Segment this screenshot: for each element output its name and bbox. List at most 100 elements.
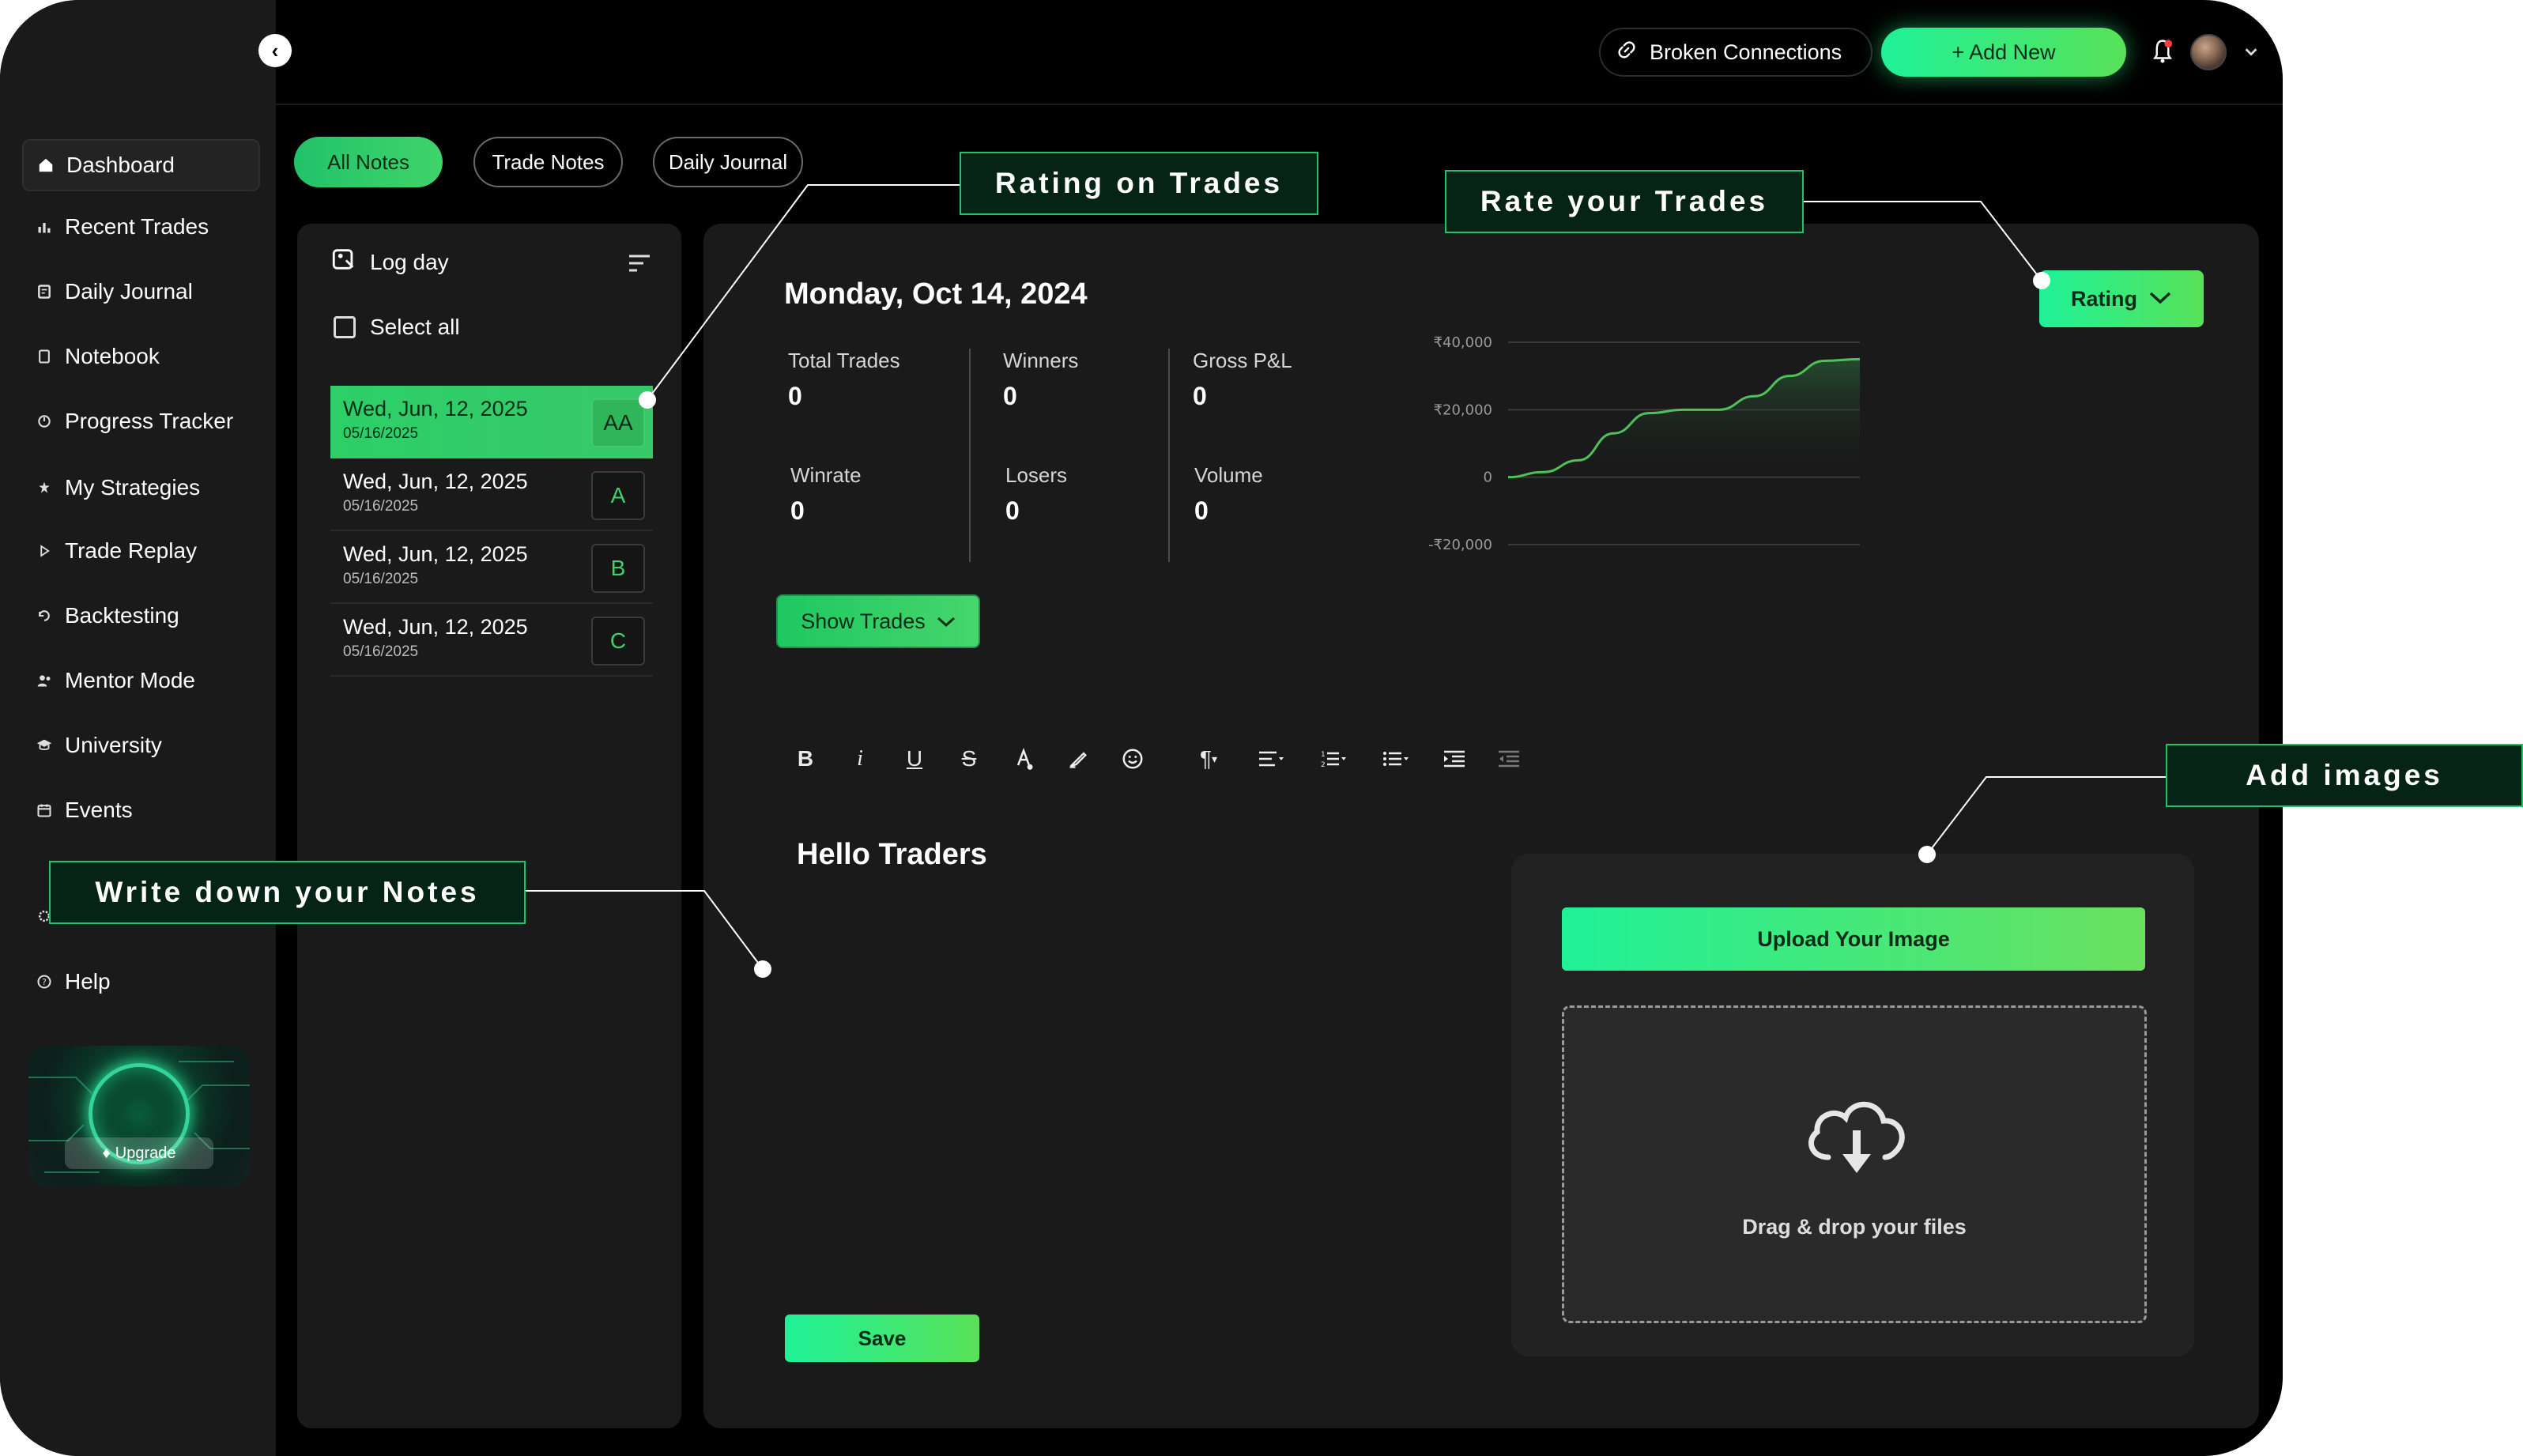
editor-toolbar: B i U S ¶ ▾ 12 (786, 739, 1544, 779)
sidebar-item-backtesting[interactable]: Backtesting (22, 590, 260, 642)
sidebar-item-mentor-mode[interactable]: Mentor Mode (22, 654, 260, 707)
stat-value: 0 (1003, 382, 1017, 410)
sidebar-item-notebook[interactable]: Notebook (22, 330, 260, 383)
drop-zone[interactable]: Drag & drop your files (1562, 1005, 2147, 1323)
chevron-down-icon[interactable] (2242, 43, 2260, 60)
stat-divider (969, 349, 971, 562)
home-icon (36, 156, 55, 175)
stat-value: 0 (1005, 496, 1020, 525)
stat-label: Winrate (790, 463, 862, 487)
link-icon (1616, 40, 1637, 66)
notebook-icon (35, 347, 54, 366)
notes-list-panel: Log day Select all Wed, Jun, 12, 2025 05… (297, 224, 681, 1428)
sidebar-item-help[interactable]: ? Help (22, 956, 260, 1008)
grade-badge: A (591, 471, 645, 520)
bell-icon[interactable] (2151, 38, 2174, 65)
tab-daily-journal[interactable]: Daily Journal (653, 137, 803, 187)
list-item[interactable]: Wed, Jun, 12, 2025 05/16/2025 A (330, 458, 653, 531)
sidebar-item-my-strategies[interactable]: My Strategies (22, 462, 260, 514)
show-trades-label: Show Trades (801, 609, 926, 633)
paragraph-icon[interactable]: ¶ ▾ (1185, 739, 1232, 779)
highlighter-icon[interactable] (1058, 739, 1098, 779)
callout-dot (639, 391, 656, 409)
tab-trade-notes[interactable]: Trade Notes (473, 137, 623, 187)
sidebar-item-label: Events (65, 798, 133, 822)
align-icon[interactable] (1247, 739, 1295, 779)
svg-text:?: ? (42, 977, 47, 987)
y-tick-label: ₹40,000 (1434, 334, 1492, 351)
callout-dot (1918, 846, 1936, 863)
sidebar-item-trade-replay[interactable]: Trade Replay (22, 525, 260, 577)
sidebar-item-university[interactable]: University (22, 719, 260, 771)
show-trades-button[interactable]: Show Trades (776, 594, 980, 648)
list-item[interactable]: Wed, Jun, 12, 2025 05/16/2025 AA (330, 386, 653, 458)
emoji-icon[interactable] (1113, 739, 1152, 779)
strikethrough-icon[interactable]: S (949, 739, 989, 779)
stat-label: Losers (1005, 463, 1068, 487)
stat-value: 0 (1193, 382, 1207, 410)
stat-value: 0 (788, 382, 802, 410)
sort-icon[interactable] (628, 254, 651, 273)
svg-text:2: 2 (1321, 761, 1326, 768)
note-editor-panel: Monday, Oct 14, 2024 Total Trades 0 Winn… (703, 224, 2259, 1428)
stat-value: 0 (790, 496, 805, 525)
upload-panel: Upload Your Image Drag & drop your files (1511, 854, 2194, 1356)
chevron-down-icon (2148, 287, 2172, 311)
broken-connections-button[interactable]: Broken Connections (1599, 28, 1872, 77)
upgrade-card[interactable]: ♦ Upgrade (28, 1046, 250, 1186)
save-button[interactable]: Save (785, 1315, 979, 1362)
broken-connections-label: Broken Connections (1650, 40, 1842, 64)
sidebar-item-label: Daily Journal (65, 279, 193, 304)
collapse-sidebar-button[interactable]: ‹ (258, 34, 292, 67)
sidebar-item-label: Help (65, 969, 111, 994)
journal-icon (35, 282, 54, 301)
entry-date: Wed, Jun, 12, 2025 (343, 542, 528, 566)
list-item[interactable]: Wed, Jun, 12, 2025 05/16/2025 B (330, 531, 653, 604)
sidebar-item-progress-tracker[interactable]: Progress Tracker (22, 395, 260, 447)
mentor-icon (35, 671, 54, 690)
y-tick-label: -₹20,000 (1428, 537, 1492, 553)
cloud-download-icon (1808, 1101, 1905, 1173)
sidebar-item-label: Backtesting (65, 603, 179, 628)
callout-write-notes: Write down your Notes (49, 861, 526, 924)
stat-label: Total Trades (788, 349, 900, 372)
bold-icon[interactable]: B (786, 739, 825, 779)
entry-subdate: 05/16/2025 (343, 571, 419, 587)
strategy-icon (35, 478, 54, 497)
rating-dropdown[interactable]: Rating (2039, 270, 2204, 327)
sidebar-item-recent-trades[interactable]: Recent Trades (22, 201, 260, 253)
upgrade-button[interactable]: ♦ Upgrade (65, 1137, 213, 1169)
upload-image-button[interactable]: Upload Your Image (1562, 907, 2145, 971)
outdent-icon[interactable] (1489, 739, 1529, 779)
callout-rating-on-trades: Rating on Trades (960, 152, 1318, 215)
sidebar-item-label: Notebook (65, 344, 160, 368)
callout-dot (754, 960, 771, 978)
pnl-chart: ₹40,000 ₹20,000 0 -₹20,000 (1428, 334, 1861, 553)
avatar[interactable] (2190, 34, 2227, 70)
add-new-button[interactable]: + Add New (1881, 28, 2126, 77)
list-item[interactable]: Wed, Jun, 12, 2025 05/16/2025 C (330, 604, 653, 677)
y-tick-label: ₹20,000 (1434, 402, 1492, 418)
indent-icon[interactable] (1435, 739, 1474, 779)
stat-label: Gross P&L (1193, 349, 1292, 372)
entry-subdate: 05/16/2025 (343, 498, 419, 515)
tab-all-notes[interactable]: All Notes (294, 137, 443, 187)
entry-date: Wed, Jun, 12, 2025 (343, 397, 528, 421)
underline-icon[interactable]: U (895, 739, 934, 779)
play-icon (35, 541, 54, 560)
bullet-list-icon[interactable] (1372, 739, 1420, 779)
log-day-header[interactable]: Log day (330, 246, 449, 278)
callout-rate-your-trades: Rate your Trades (1445, 170, 1804, 233)
bar-chart-icon (35, 217, 54, 236)
checkbox[interactable] (334, 316, 356, 338)
select-all-checkbox[interactable]: Select all (334, 315, 460, 340)
italic-icon[interactable]: i (840, 739, 880, 779)
sidebar-item-daily-journal[interactable]: Daily Journal (22, 266, 260, 318)
rating-label: Rating (2071, 286, 2137, 311)
sidebar-item-dashboard[interactable]: Dashboard (22, 139, 260, 191)
editor-content[interactable]: Hello Traders (797, 838, 987, 872)
text-color-icon[interactable] (1004, 739, 1043, 779)
entry-date: Wed, Jun, 12, 2025 (343, 470, 528, 493)
sidebar-item-events[interactable]: Events (22, 784, 260, 836)
ordered-list-icon[interactable]: 12 (1310, 739, 1357, 779)
